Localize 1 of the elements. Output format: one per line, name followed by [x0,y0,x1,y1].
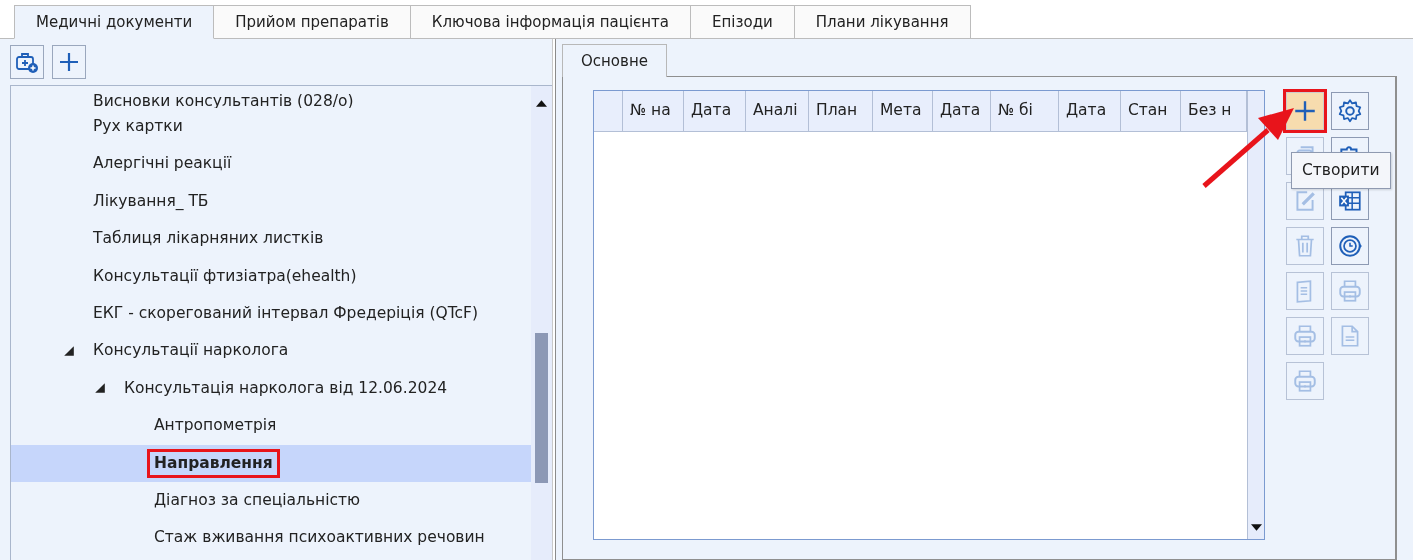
tooltip: Створити [1291,152,1391,190]
